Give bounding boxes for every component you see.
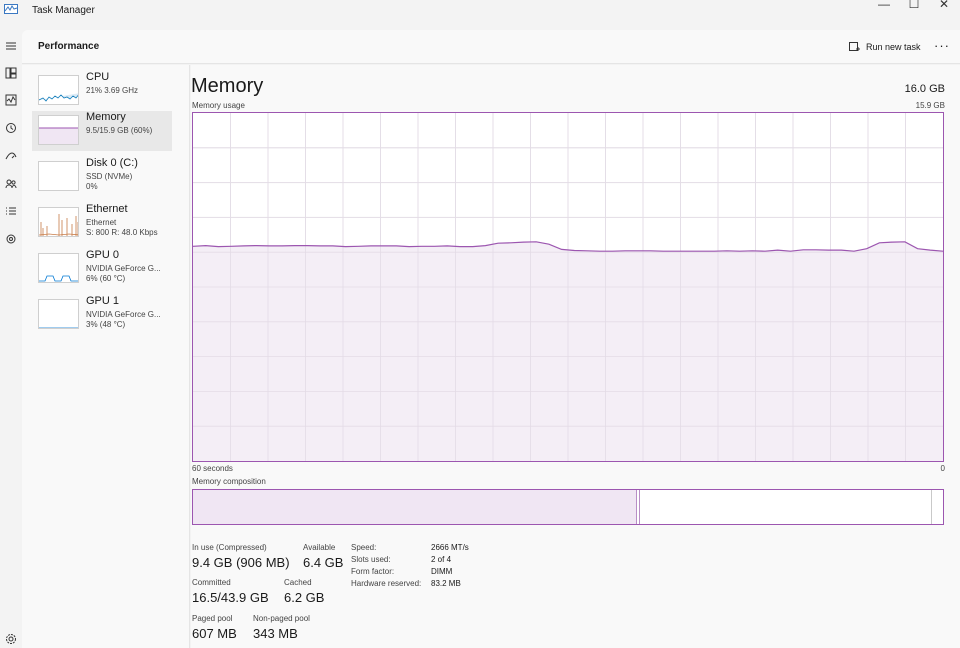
maximize-button[interactable]: ☐ [898,0,930,20]
paged-pool-value: 607 MB [192,626,237,641]
nonpaged-pool-value: 343 MB [253,626,298,641]
device-detail: NVIDIA GeForce G... [86,264,161,273]
device-detail: 3% (48 °C) [86,320,126,329]
device-item-disk[interactable]: Disk 0 (C:) SSD (NVMe) 0% [34,157,172,197]
available-value: 6.4 GB [303,555,344,570]
memory-composition-label: Memory composition [192,477,266,486]
navigation-rail [0,24,22,648]
in-use-label: In use (Compressed) [192,543,267,552]
task-manager-logo-icon [4,4,18,14]
device-item-gpu0[interactable]: GPU 0 NVIDIA GeForce G... 6% (60 °C) [34,249,172,289]
device-item-gpu1[interactable]: GPU 1 NVIDIA GeForce G... 3% (48 °C) [34,295,172,335]
device-detail: NVIDIA GeForce G... [86,310,161,319]
performance-icon[interactable] [3,92,19,108]
device-name: CPU [86,71,110,83]
device-item-ethernet[interactable]: Ethernet Ethernet S: 800 R: 48.0 Kbps [34,203,172,243]
speed-value: 2666 MT/s [431,543,469,552]
available-label: Available [303,543,336,552]
gpu1-thumbnail [38,299,79,329]
device-list: CPU 21% 3.69 GHz Memory 9.5/15.9 GB (60%… [22,65,190,648]
services-icon[interactable] [3,231,19,247]
memory-total: 16.0 GB [904,83,945,95]
settings-icon[interactable] [3,631,19,647]
more-options-button[interactable]: ··· [934,38,950,53]
form-factor-label: Form factor: [351,567,395,576]
device-detail: S: 800 R: 48.0 Kbps [86,228,158,237]
title-bar: Task Manager — ☐ ✕ [0,0,960,24]
run-new-task-button[interactable]: Run new task [849,40,921,54]
memory-usage-chart [192,113,944,461]
form-factor-value: DIMM [431,567,453,576]
in-use-value: 9.4 GB (906 MB) [192,555,290,570]
close-button[interactable]: ✕ [928,0,960,20]
memory-composition-bar [192,489,944,525]
device-name: GPU 0 [86,249,120,261]
committed-value: 16.5/43.9 GB [192,590,269,605]
device-detail: 0% [86,182,98,191]
device-detail: 9.5/15.9 GB (60%) [86,126,153,135]
speed-label: Speed: [351,543,377,552]
device-name: Memory [86,111,126,123]
hamburger-icon[interactable] [3,38,19,54]
app-history-icon[interactable] [3,120,19,136]
device-name: Ethernet [86,203,128,215]
disk-thumbnail [38,161,79,191]
memory-panel: Memory 16.0 GB Memory usage 15.9 GB 60 s… [191,65,960,648]
cached-label: Cached [284,578,312,587]
processes-icon[interactable] [3,65,19,81]
graph-time-right: 0 [940,464,945,473]
committed-label: Committed [192,578,231,587]
startup-apps-icon[interactable] [3,148,19,164]
device-item-cpu[interactable]: CPU 21% 3.69 GHz [34,71,172,111]
page-title: Performance [38,41,100,52]
device-detail: SSD (NVMe) [86,172,133,181]
memory-thumbnail [38,115,79,145]
cached-value: 6.2 GB [284,590,325,605]
composition-in-use [193,490,637,524]
ethernet-thumbnail [38,207,79,237]
graph-time-left: 60 seconds [192,464,233,473]
device-name: Disk 0 (C:) [86,157,138,169]
device-detail: Ethernet [86,218,117,227]
nonpaged-pool-label: Non-paged pool [253,614,310,623]
device-item-memory[interactable]: Memory 9.5/15.9 GB (60%) [32,111,172,151]
page-header: Performance Run new task ··· [22,30,960,64]
users-icon[interactable] [3,176,19,192]
run-task-icon [849,41,860,51]
slots-used-value: 2 of 4 [431,555,452,564]
device-detail: 21% 3.69 GHz [86,86,139,95]
composition-standby [640,490,932,524]
minimize-button[interactable]: — [868,0,900,20]
cpu-thumbnail [38,75,79,105]
window-title: Task Manager [32,5,95,16]
memory-usage-label: Memory usage [192,101,245,110]
gpu0-thumbnail [38,253,79,283]
slots-used-label: Slots used: [351,555,391,564]
details-icon[interactable] [3,203,19,219]
hardware-reserved-value: 83.2 MB [431,579,461,588]
memory-usage-max: 15.9 GB [915,101,945,110]
paged-pool-label: Paged pool [192,614,233,623]
hardware-reserved-label: Hardware reserved: [351,579,422,588]
memory-usage-graph [192,112,944,462]
device-name: GPU 1 [86,295,120,307]
memory-title: Memory [191,75,264,97]
device-detail: 6% (60 °C) [86,274,126,283]
run-new-task-label: Run new task [866,42,921,52]
